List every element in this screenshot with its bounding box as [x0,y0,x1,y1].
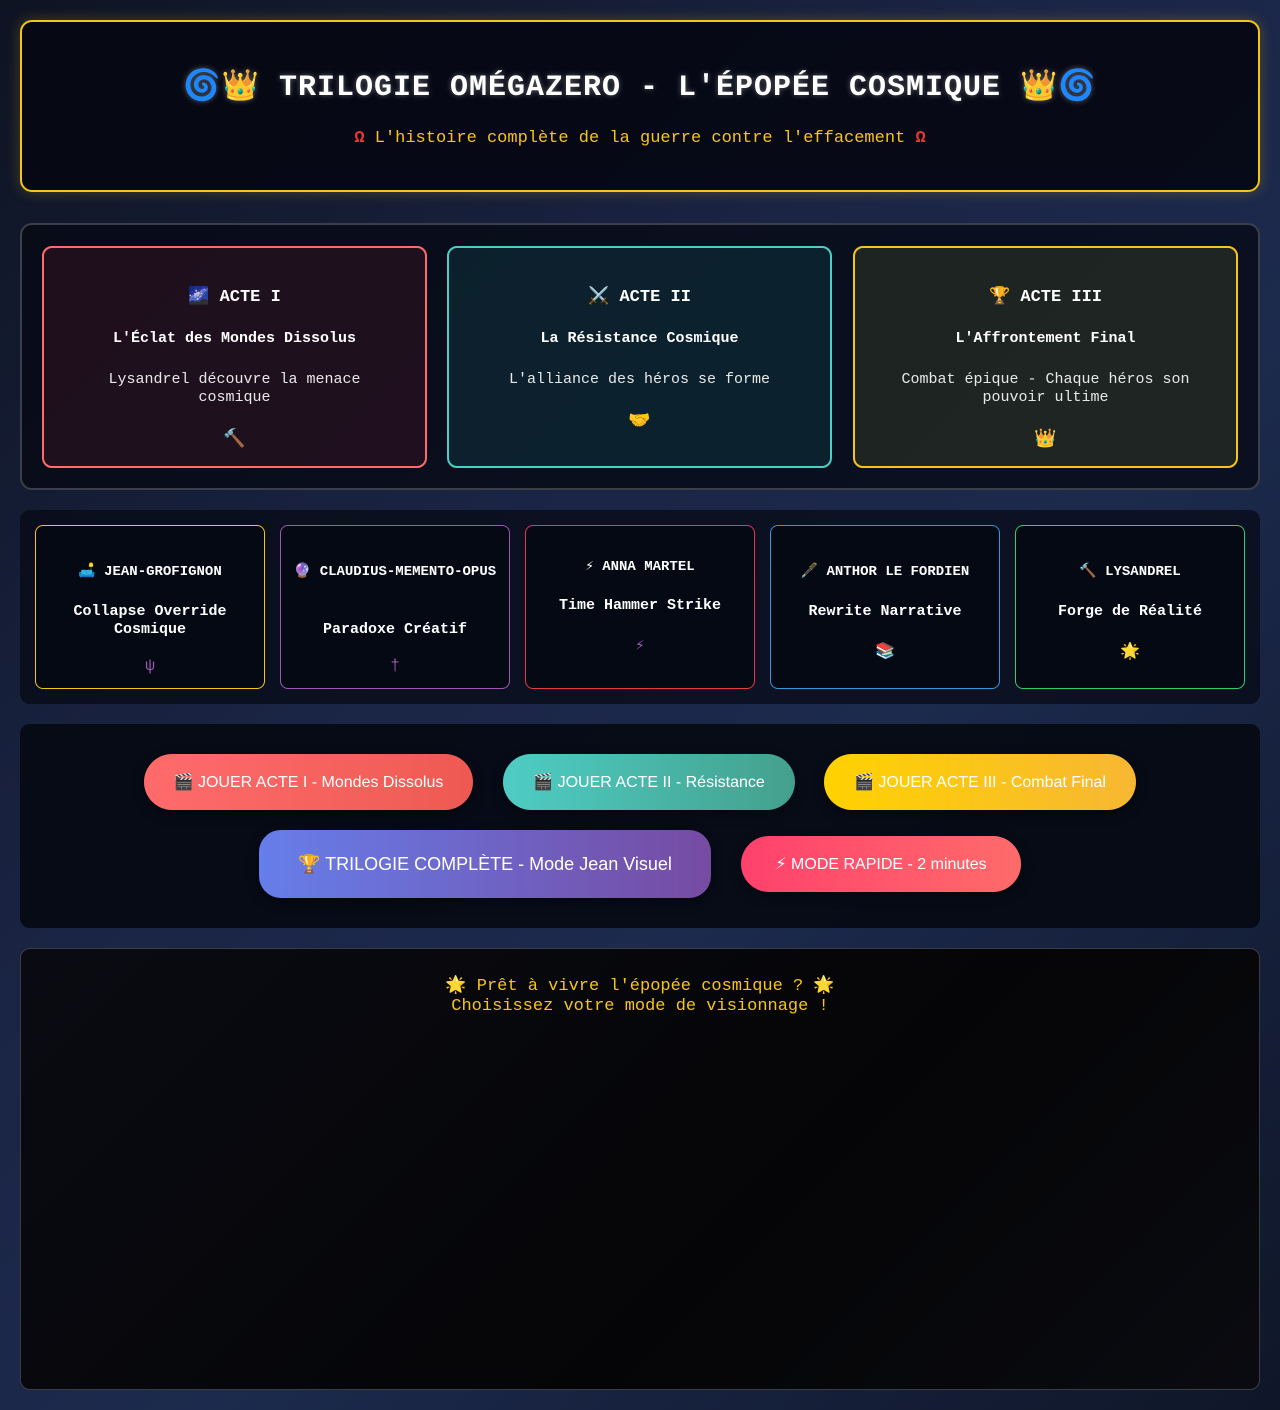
hero-card-anthor[interactable]: 🖋️ ANTHOR LE FORDIEN Rewrite Narrative 📚 [770,525,1000,689]
star-icon: 🌟 [1120,643,1140,661]
hero-power: Forge de Réalité [1057,603,1203,620]
hero-name: 🔮 CLAUDIUS-MEMENTO-OPUS [293,564,497,580]
act-card-2[interactable]: ⚔️ ACTE II La Résistance Cosmique L'alli… [447,246,832,468]
act-description: Combat épique - Chaque héros son pouvoir… [901,371,1190,406]
act-title: 🌌 ACTE I [188,288,281,307]
act-card-1[interactable]: 🌌 ACTE I L'Éclat des Mondes Dissolus Lys… [42,246,427,468]
hero-card-jean-grofignon[interactable]: 🛋️ JEAN-GROFIGNON Collapse Override Cosm… [35,525,265,689]
dagger-icon: † [390,657,400,675]
act-subtitle: La Résistance Cosmique [540,330,739,347]
acts-panel: 🌌 ACTE I L'Éclat des Mondes Dissolus Lys… [20,223,1260,490]
play-act1-button[interactable]: 🎬 JOUER ACTE I - Mondes Dissolus [144,754,473,810]
hero-name: 🖋️ ANTHOR LE FORDIEN [800,564,970,580]
hero-power: Paradoxe Créatif [322,621,468,638]
hero-card-anna-martel[interactable]: ⚡ ANNA MARTEL Time Hammer Strike ⚡ [525,525,755,689]
play-act2-button[interactable]: 🎬 JOUER ACTE II - Résistance [503,754,795,810]
act-description: Lysandrel découvre la menace cosmique [108,371,361,406]
play-act3-button[interactable]: 🎬 JOUER ACTE III - Combat Final [824,754,1136,810]
act-card-3[interactable]: 🏆 ACTE III L'Affrontement Final Combat é… [853,246,1238,468]
page-subtitle: Ω L'histoire complète de la guerre contr… [22,129,1258,148]
omega-icon: Ω [915,129,926,148]
lightning-icon: ⚡ [635,637,645,655]
heroes-panel: 🛋️ JEAN-GROFIGNON Collapse Override Cosm… [20,510,1260,704]
psi-icon: ψ [145,657,155,675]
full-trilogy-button[interactable]: 🏆 TRILOGIE COMPLÈTE - Mode Jean Visuel [259,830,711,898]
page-header: 🌀👑 TRILOGIE OMÉGAZERO - L'ÉPOPÉE COSMIQU… [20,20,1260,192]
ready-message: 🌟 Prêt à vivre l'épopée cosmique ? 🌟 [445,977,835,996]
hero-card-lysandrel[interactable]: 🔨 LYSANDREL Forge de Réalité 🌟 [1015,525,1245,689]
hero-name: 🛋️ JEAN-GROFIGNON [78,564,222,580]
subtitle-text: L'histoire complète de la guerre contre … [374,129,906,148]
hero-power: Rewrite Narrative [808,603,962,620]
controls-panel: 🎬 JOUER ACTE I - Mondes Dissolus 🎬 JOUER… [20,724,1260,928]
crown-icon: 👑 [1034,430,1057,450]
output-screen: 🌟 Prêt à vivre l'épopée cosmique ? 🌟 Cho… [20,948,1260,1390]
hero-power: Time Hammer Strike [558,597,722,614]
act-title: 🏆 ACTE III [989,288,1102,307]
hero-name: 🔨 LYSANDREL [1079,564,1181,580]
hero-name: ⚡ ANNA MARTEL [585,559,695,575]
books-icon: 📚 [875,643,895,661]
act-subtitle: L'Éclat des Mondes Dissolus [112,330,357,347]
hero-power: Collapse Override Cosmique [73,603,227,638]
handshake-icon: 🤝 [628,412,651,432]
act-description: L'alliance des héros se forme [508,371,771,388]
quick-mode-button[interactable]: ⚡ MODE RAPIDE - 2 minutes [741,836,1021,892]
act-subtitle: L'Affrontement Final [955,330,1136,347]
omega-icon: Ω [354,129,365,148]
page-title: 🌀👑 TRILOGIE OMÉGAZERO - L'ÉPOPÉE COSMIQU… [183,71,1097,105]
act-title: ⚔️ ACTE II [588,288,691,307]
hero-card-claudius[interactable]: 🔮 CLAUDIUS-MEMENTO-OPUS Paradoxe Créatif… [280,525,510,689]
choose-mode-message: Choisissez votre mode de visionnage ! [451,997,829,1016]
hammer-icon: 🔨 [223,430,246,450]
